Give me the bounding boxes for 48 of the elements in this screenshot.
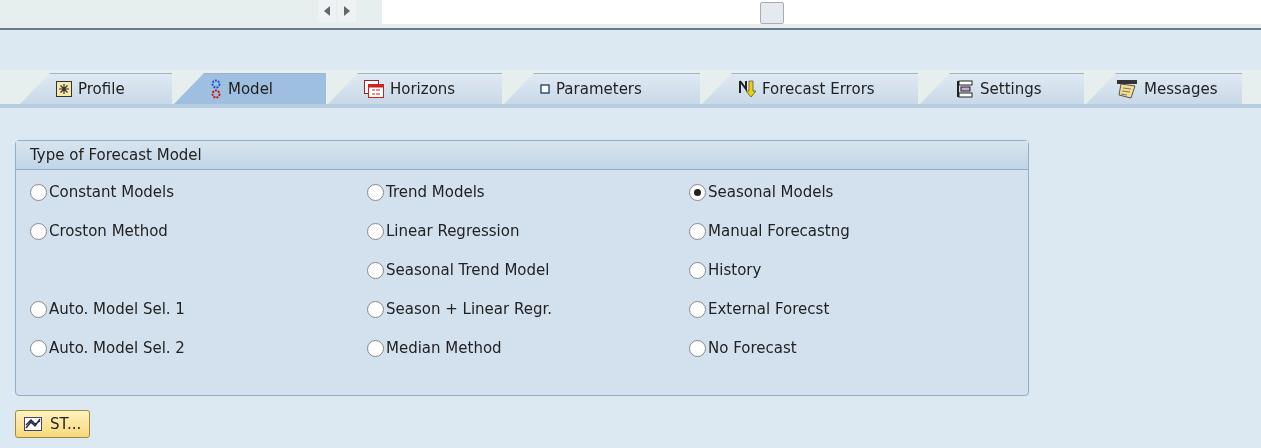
calendar-icon bbox=[364, 80, 384, 98]
radio-button[interactable] bbox=[30, 339, 47, 357]
radio-label[interactable]: Constant Models bbox=[49, 183, 175, 201]
radio-button[interactable] bbox=[367, 261, 384, 279]
radio-button[interactable] bbox=[367, 222, 384, 240]
tab[interactable]: Model bbox=[174, 73, 326, 104]
tab[interactable]: Profile bbox=[20, 73, 172, 104]
scroll-thumb[interactable] bbox=[760, 2, 784, 24]
radio-button[interactable] bbox=[367, 300, 384, 318]
radio-button[interactable] bbox=[30, 300, 47, 318]
asterisk-icon bbox=[56, 81, 72, 97]
note-icon bbox=[1116, 79, 1138, 99]
radio-label[interactable]: History bbox=[708, 261, 762, 279]
radio-label[interactable]: Croston Method bbox=[49, 222, 168, 240]
scroll-right-icon[interactable] bbox=[338, 0, 356, 22]
tab[interactable]: Parameters bbox=[504, 73, 700, 104]
tab[interactable]: Forecast Errors bbox=[702, 73, 918, 104]
st-button[interactable]: ST... bbox=[15, 410, 91, 438]
outline-icon bbox=[956, 80, 974, 98]
radio-label[interactable]: Trend Models bbox=[386, 183, 485, 201]
radio-button[interactable] bbox=[689, 183, 706, 201]
arrow-down-icon bbox=[738, 80, 756, 98]
radio-button[interactable] bbox=[689, 261, 706, 279]
radio-label[interactable]: Linear Regression bbox=[386, 222, 520, 240]
square-icon bbox=[540, 84, 550, 94]
radio-label[interactable]: Auto. Model Sel. 2 bbox=[49, 339, 185, 357]
radio-button[interactable] bbox=[689, 222, 706, 240]
radio-button[interactable] bbox=[30, 183, 47, 201]
scroll-left-icon[interactable] bbox=[318, 0, 336, 22]
radio-button[interactable] bbox=[689, 339, 706, 357]
radio-label[interactable]: Manual Forecastng bbox=[708, 222, 850, 240]
tab[interactable]: Horizons bbox=[328, 73, 502, 104]
tab[interactable]: Settings bbox=[920, 73, 1084, 104]
gear-icon bbox=[210, 79, 222, 99]
radio-button[interactable] bbox=[30, 222, 47, 240]
radio-label[interactable]: Median Method bbox=[386, 339, 502, 357]
radio-label[interactable]: No Forecast bbox=[708, 339, 797, 357]
radio-label[interactable]: Auto. Model Sel. 1 bbox=[49, 300, 185, 318]
group-title: Type of Forecast Model bbox=[16, 141, 1028, 170]
radio-button[interactable] bbox=[367, 183, 384, 201]
tab[interactable]: Messages bbox=[1086, 73, 1242, 104]
radio-button[interactable] bbox=[689, 300, 706, 318]
radio-label[interactable]: Seasonal Models bbox=[708, 183, 834, 201]
radio-label[interactable]: Season + Linear Regr. bbox=[386, 300, 552, 318]
radio-label[interactable]: Seasonal Trend Model bbox=[386, 261, 550, 279]
radio-label[interactable]: External Forecst bbox=[708, 300, 830, 318]
chart-icon bbox=[24, 417, 42, 431]
radio-button[interactable] bbox=[367, 339, 384, 357]
